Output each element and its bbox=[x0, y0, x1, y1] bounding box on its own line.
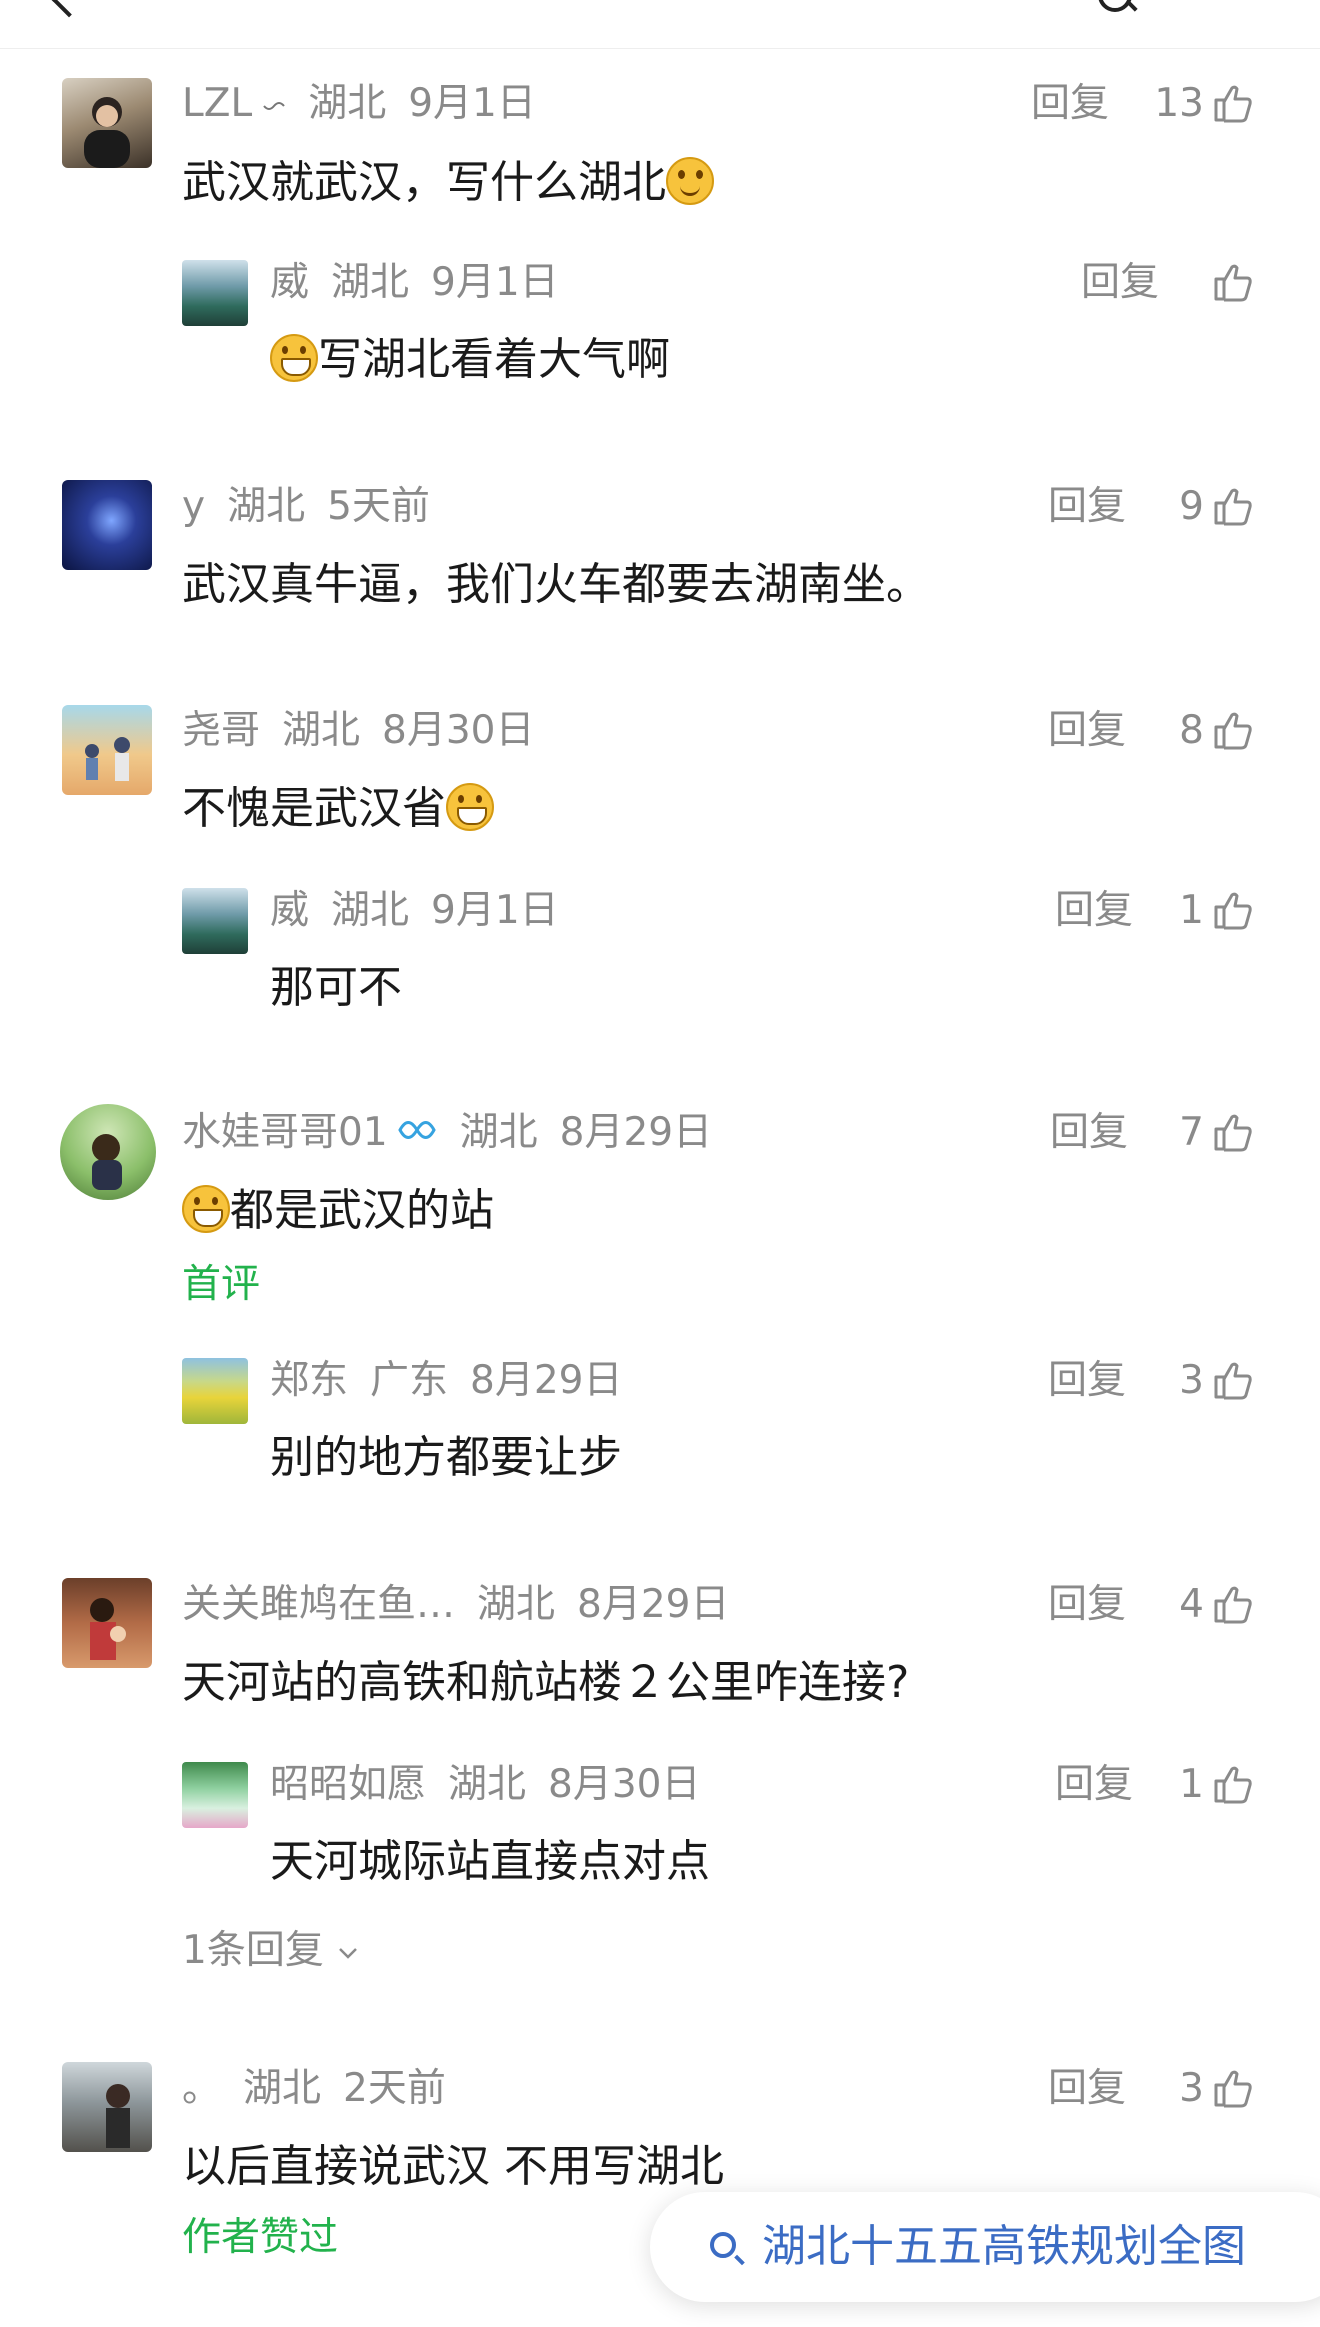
like-count: 4 bbox=[1179, 1582, 1204, 1627]
more-replies-label: 1条回复 bbox=[182, 1928, 324, 1973]
thumbs-up-icon[interactable] bbox=[1212, 82, 1254, 124]
comment-text: 那可不 bbox=[270, 962, 402, 1013]
expand-replies-button[interactable]: 1条回复 bbox=[182, 1928, 360, 1974]
user-name[interactable]: 。 bbox=[182, 2066, 221, 2111]
reply-button[interactable]: 回复 bbox=[1081, 260, 1159, 306]
grin-emoji-icon bbox=[270, 334, 318, 382]
grin-emoji-icon bbox=[446, 783, 494, 831]
like-count: 8 bbox=[1179, 708, 1204, 753]
user-location: 湖北 bbox=[459, 1110, 538, 1155]
avatar[interactable] bbox=[62, 78, 152, 168]
comment-text: 武汉真牛逼，我们火车都要去湖南坐。 bbox=[182, 559, 930, 610]
thumbs-up-icon[interactable] bbox=[1212, 889, 1254, 931]
user-location: 湖北 bbox=[227, 484, 306, 529]
search-suggestion-text: 湖北十五五高铁规划全图 bbox=[762, 2221, 1246, 2272]
thumbs-up-icon[interactable] bbox=[1212, 2067, 1254, 2109]
thumbs-up-icon[interactable] bbox=[1212, 1583, 1254, 1625]
comment-text: 天河站的高铁和航站楼２公里咋连接? bbox=[182, 1657, 910, 1708]
comment-time: 5天前 bbox=[327, 484, 430, 529]
comment-time: 8月30日 bbox=[382, 708, 535, 753]
author-liked-tag: 作者赞过 bbox=[182, 2215, 339, 2260]
comment-text: 以后直接说武汉 不用写湖北 bbox=[182, 2141, 724, 2192]
top-bar bbox=[0, 0, 1320, 49]
like-count: 13 bbox=[1154, 81, 1204, 126]
user-name[interactable]: y bbox=[182, 484, 205, 529]
user-name[interactable]: 威 bbox=[270, 260, 309, 305]
back-arrow-icon[interactable] bbox=[50, 0, 88, 18]
comment-text: 不愧是武汉省 bbox=[182, 783, 446, 834]
comment-time: 9月1日 bbox=[431, 888, 559, 933]
user-location: 湖北 bbox=[331, 260, 410, 305]
comment-time: 8月29日 bbox=[559, 1110, 713, 1155]
avatar[interactable] bbox=[182, 260, 248, 326]
comment-text: 都是武汉的站 bbox=[230, 1185, 494, 1236]
grin-emoji-icon bbox=[182, 1185, 230, 1233]
comment-time: 8月29日 bbox=[470, 1358, 623, 1403]
user-location: 湖北 bbox=[282, 708, 361, 753]
thumbs-up-icon[interactable] bbox=[1212, 1359, 1254, 1401]
user-location: 湖北 bbox=[243, 2066, 322, 2111]
comment-text: 武汉就武汉，写什么湖北 bbox=[182, 157, 666, 208]
thumbs-up-icon[interactable] bbox=[1212, 261, 1254, 303]
chevron-down-icon bbox=[339, 1947, 358, 1959]
smile-emoji-icon bbox=[666, 157, 714, 205]
user-name[interactable]: LZL bbox=[182, 81, 252, 126]
avatar[interactable] bbox=[182, 1762, 248, 1828]
user-location: 湖北 bbox=[308, 81, 387, 126]
thumbs-up-icon[interactable] bbox=[1212, 485, 1254, 527]
search-suggestion-pill[interactable]: 湖北十五五高铁规划全图 bbox=[650, 2192, 1320, 2302]
comment-time: 9月1日 bbox=[431, 260, 559, 305]
first-comment-tag: 首评 bbox=[182, 1262, 261, 1307]
like-count: 1 bbox=[1179, 888, 1204, 933]
comment-time: 8月29日 bbox=[577, 1582, 730, 1627]
like-count: 3 bbox=[1179, 1358, 1204, 1403]
thumbs-up-icon[interactable] bbox=[1212, 709, 1254, 751]
user-location: 广东 bbox=[370, 1358, 449, 1403]
user-name[interactable]: 郑东 bbox=[270, 1358, 348, 1403]
user-name[interactable]: 尧哥 bbox=[182, 708, 260, 753]
comment-time: 9月1日 bbox=[408, 81, 536, 126]
user-name[interactable]: 昭昭如愿 bbox=[270, 1762, 426, 1807]
thumbs-up-icon[interactable] bbox=[1212, 1111, 1254, 1153]
like-count: 9 bbox=[1179, 484, 1204, 529]
vip-badge-icon bbox=[396, 1112, 438, 1158]
like-count: 7 bbox=[1179, 1110, 1204, 1155]
avatar[interactable] bbox=[62, 480, 152, 570]
user-location: 湖北 bbox=[331, 888, 410, 933]
comment-time: 8月30日 bbox=[548, 1762, 701, 1807]
user-location: 湖北 bbox=[448, 1762, 527, 1807]
search-icon[interactable] bbox=[1098, 0, 1132, 12]
avatar[interactable] bbox=[62, 705, 152, 795]
avatar[interactable] bbox=[62, 2062, 152, 2152]
user-name[interactable]: 威 bbox=[270, 888, 309, 933]
comment-text: 写湖北看着大气啊 bbox=[318, 334, 670, 385]
user-name[interactable]: 水娃哥哥01 bbox=[182, 1110, 388, 1155]
avatar[interactable] bbox=[182, 888, 248, 954]
user-name[interactable]: 关关雎鸠在鱼… bbox=[182, 1582, 455, 1627]
like-count: 1 bbox=[1179, 1762, 1204, 1807]
comment-time: 2天前 bbox=[343, 2066, 446, 2111]
avatar[interactable] bbox=[182, 1358, 248, 1424]
wave-badge-icon bbox=[262, 83, 286, 129]
reply-button[interactable]: 回复 bbox=[1031, 81, 1109, 127]
avatar[interactable] bbox=[60, 1104, 156, 1200]
avatar[interactable] bbox=[62, 1578, 152, 1668]
thumbs-up-icon[interactable] bbox=[1212, 1763, 1254, 1805]
user-location: 湖北 bbox=[477, 1582, 556, 1627]
search-icon bbox=[710, 2232, 736, 2258]
comment-text: 天河城际站直接点对点 bbox=[270, 1836, 710, 1887]
comment-text: 别的地方都要让步 bbox=[270, 1432, 622, 1483]
like-count: 3 bbox=[1179, 2066, 1204, 2111]
